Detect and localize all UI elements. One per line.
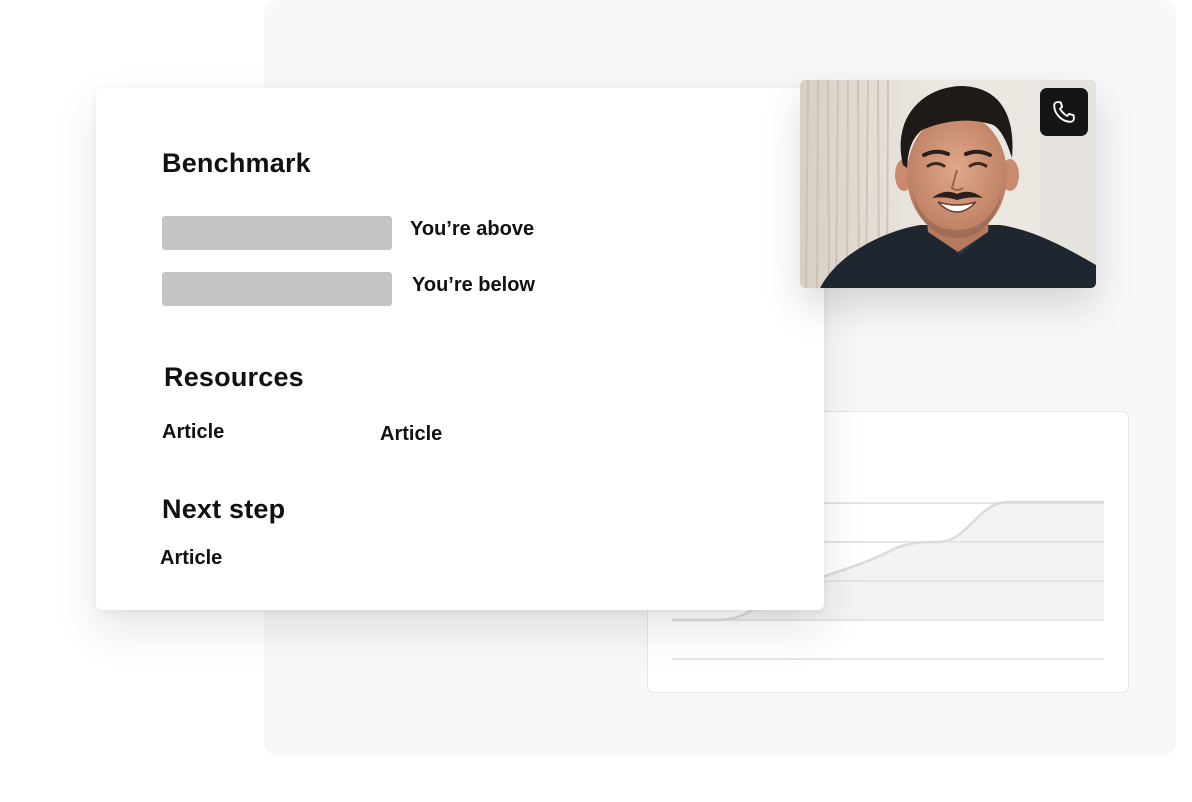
above-bar bbox=[162, 216, 392, 250]
resource-article-link[interactable]: Article bbox=[162, 421, 224, 444]
resources-title: Resources bbox=[164, 362, 304, 392]
below-label: You’re below bbox=[412, 274, 535, 296]
benchmark-card: Benchmark You’re above You’re below Reso… bbox=[96, 88, 824, 610]
resource-article-link[interactable]: Article bbox=[380, 423, 442, 446]
next-step-title: Next step bbox=[162, 494, 286, 524]
above-label: You’re above bbox=[410, 218, 535, 240]
next-step-article-link[interactable]: Article bbox=[160, 547, 222, 570]
phone-icon bbox=[1053, 101, 1075, 123]
benchmark-title: Benchmark bbox=[162, 148, 311, 178]
below-bar bbox=[162, 272, 392, 306]
stage: Benchmark You’re above You’re below Reso… bbox=[0, 0, 1192, 802]
call-button[interactable] bbox=[1040, 88, 1088, 136]
